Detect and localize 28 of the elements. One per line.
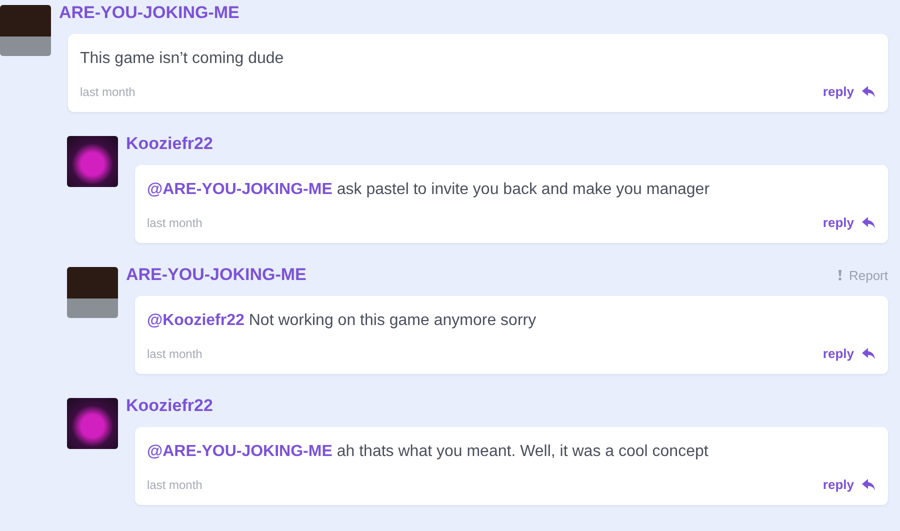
timestamp: last month — [147, 346, 202, 360]
username[interactable]: ARE-YOU-JOKING-ME — [126, 265, 306, 285]
timestamp: last month — [80, 84, 136, 98]
reply-icon — [862, 216, 876, 228]
avatar-image — [67, 267, 118, 318]
avatar-image — [0, 5, 51, 56]
username[interactable]: ARE-YOU-JOKING-ME — [59, 3, 240, 23]
avatar-image — [67, 136, 118, 187]
mention-link[interactable]: @ARE-YOU-JOKING-ME — [147, 181, 332, 198]
comment-text: This game isn’t coming dude — [80, 49, 285, 69]
username[interactable]: Kooziefr22 — [126, 134, 213, 154]
mention-link[interactable]: @ARE-YOU-JOKING-ME — [147, 443, 332, 460]
reply-icon — [862, 478, 876, 490]
timestamp: last month — [147, 478, 202, 492]
avatar-image — [67, 398, 118, 449]
mention-link[interactable]: @Kooziefr22 — [147, 312, 244, 329]
reply-link[interactable]: reply — [822, 477, 876, 492]
timestamp: last month — [147, 216, 202, 230]
comment-text: @Kooziefr22 Not working on this game anymore sorry — [147, 311, 538, 331]
username[interactable]: Kooziefr22 — [126, 396, 213, 416]
exclamation-icon — [836, 269, 843, 281]
reply-link[interactable]: reply — [822, 84, 876, 99]
comment-text: @ARE-YOU-JOKING-ME ah thats what you meant. Well, it was a cool concept — [147, 442, 710, 462]
reply-icon — [862, 86, 876, 98]
comment-text: @ARE-YOU-JOKING-ME ask pastel to invite you back and make you manager — [147, 180, 711, 200]
reply-icon — [862, 348, 876, 360]
reply-link[interactable]: reply — [822, 346, 876, 361]
reply-link[interactable]: reply — [822, 215, 876, 230]
